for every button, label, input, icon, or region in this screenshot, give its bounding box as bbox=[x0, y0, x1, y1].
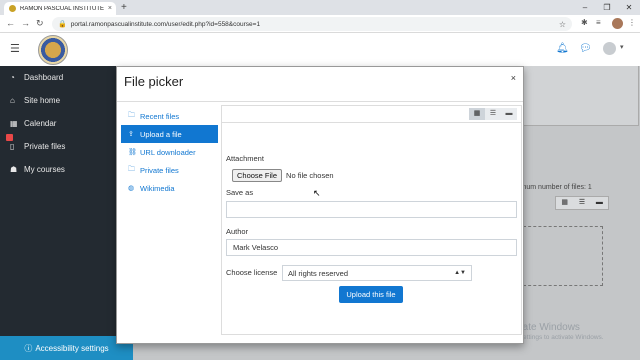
reload-icon[interactable]: ↻ bbox=[36, 18, 44, 29]
mouse-cursor-icon: ↖ bbox=[313, 188, 321, 198]
author-input[interactable]: Mark Velasco bbox=[226, 239, 517, 256]
attachment-label: Attachment bbox=[226, 154, 264, 163]
address-bar-row: ← → ↻ 🔒 portal.ramonpascualinstitute.com… bbox=[0, 15, 640, 33]
view-switcher-bg: ▦ ☰ ▬ bbox=[555, 196, 609, 210]
extensions-icon[interactable]: ✱ bbox=[581, 18, 588, 27]
bookmark-star-icon[interactable]: ☆ bbox=[559, 20, 566, 29]
folder-view-icon[interactable]: ▬ bbox=[501, 108, 517, 120]
repo-url-downloader[interactable]: ⛓ URL downloader bbox=[121, 143, 218, 161]
nav-item-calendar[interactable]: ▦ Calendar bbox=[10, 119, 56, 128]
repo-wikimedia[interactable]: ◍ Wikimedia bbox=[121, 179, 218, 197]
browser-tab[interactable]: RAMON PASCUAL INSTITUTE Le... × bbox=[4, 2, 116, 15]
nav-item-private-files[interactable]: ▯ Private files bbox=[10, 142, 65, 151]
upload-panel: ▦ ☰ ▬ Attachment Choose File No file cho… bbox=[221, 105, 522, 335]
nav-item-label: My courses bbox=[24, 165, 65, 174]
media-icon[interactable]: ≡ bbox=[596, 18, 601, 27]
user-menu-caret-icon[interactable]: ▾ bbox=[620, 43, 624, 51]
repo-recent-files[interactable]: 🗀 Recent files bbox=[121, 107, 218, 125]
recording-indicator bbox=[6, 134, 13, 141]
author-label: Author bbox=[226, 227, 249, 236]
dialog-divider bbox=[117, 101, 523, 102]
nav-item-my-courses[interactable]: ☗ My courses bbox=[10, 165, 65, 174]
license-select[interactable]: All rights reserved ▲▼ bbox=[282, 265, 472, 281]
drawer-toggle-icon[interactable]: ☰ bbox=[10, 42, 20, 55]
link-icon: ⛓ bbox=[128, 149, 137, 156]
courses-icon: ☗ bbox=[10, 165, 18, 174]
select-caret-icon: ▲▼ bbox=[454, 270, 466, 276]
lock-icon: 🔒 bbox=[58, 21, 67, 28]
messages-icon[interactable]: 💬︎ bbox=[579, 43, 592, 54]
dashboard-icon: ◔ bbox=[10, 73, 15, 82]
accessibility-settings-button[interactable]: ⓘ Accessibility settings bbox=[0, 336, 133, 360]
repo-label: Wikimedia bbox=[140, 183, 175, 193]
recent-files-icon: 🗀 bbox=[128, 111, 135, 119]
repo-label: Private files bbox=[140, 165, 179, 175]
nav-item-site-home[interactable]: ⌂ Site home bbox=[10, 96, 60, 105]
nav-item-label: Site home bbox=[24, 96, 61, 105]
upload-icon: ⇪ bbox=[128, 131, 134, 138]
accessibility-icon: ⓘ bbox=[24, 343, 33, 353]
repo-upload-a-file[interactable]: ⇪ Upload a file bbox=[121, 125, 218, 143]
nav-item-label: Dashboard bbox=[24, 73, 64, 82]
browser-tabbar: RAMON PASCUAL INSTITUTE Le... × + – ❐ ✕ bbox=[0, 0, 640, 15]
repo-private-files[interactable]: 🗀 Private files bbox=[121, 161, 218, 179]
new-tab-button[interactable]: + bbox=[121, 2, 127, 13]
dialog-close-icon[interactable]: × bbox=[511, 73, 516, 83]
textarea-fragment bbox=[523, 66, 639, 126]
picker-toolbar: ▦ ☰ ▬ bbox=[222, 106, 521, 123]
url-text: portal.ramonpascualinstitute.com/user/ed… bbox=[70, 20, 261, 28]
accessibility-label: Accessibility settings bbox=[35, 343, 109, 353]
file-input: Choose File No file chosen bbox=[232, 169, 334, 182]
url-field[interactable]: 🔒 portal.ramonpascualinstitute.com/user/… bbox=[52, 17, 572, 31]
private-files-icon: 🗀 bbox=[128, 165, 135, 173]
forward-icon[interactable]: → bbox=[21, 18, 30, 28]
view-switcher: ▦ ☰ ▬ bbox=[469, 108, 517, 120]
window-controls: – ❐ ✕ bbox=[574, 0, 640, 15]
back-icon[interactable]: ← bbox=[6, 18, 15, 28]
profile-avatar[interactable] bbox=[612, 18, 623, 29]
upload-this-file-button[interactable]: Upload this file bbox=[339, 286, 403, 303]
notifications-bell-icon[interactable]: 🔔︎ bbox=[556, 43, 569, 54]
browser-menu-icon[interactable]: ⋮ bbox=[628, 18, 636, 27]
repo-label: Upload a file bbox=[140, 129, 182, 139]
nav-drawer bbox=[0, 66, 133, 360]
close-window-button[interactable]: ✕ bbox=[618, 0, 640, 15]
repository-list: 🗀 Recent files ⇪ Upload a file ⛓ URL dow… bbox=[121, 107, 218, 197]
maximize-button[interactable]: ❐ bbox=[596, 0, 618, 15]
folder-view-icon: ▬ bbox=[595, 199, 603, 206]
repo-label: URL downloader bbox=[140, 147, 196, 157]
user-avatar[interactable] bbox=[603, 42, 616, 55]
site-header: ☰ 🔔︎ 💬︎ ▾ bbox=[0, 33, 640, 66]
calendar-icon: ▦ bbox=[10, 119, 18, 128]
file-icon: ▯ bbox=[10, 142, 15, 151]
license-value: All rights reserved bbox=[288, 268, 349, 278]
max-files-text: imum number of files: 1 bbox=[519, 184, 592, 191]
license-label: Choose license bbox=[226, 268, 278, 277]
list-view-icon: ☰ bbox=[578, 199, 586, 206]
saveas-label: Save as bbox=[226, 188, 254, 197]
grid-view-icon[interactable]: ▦ bbox=[469, 108, 485, 120]
no-file-text: No file chosen bbox=[286, 171, 334, 180]
tab-close-icon[interactable]: × bbox=[108, 5, 112, 12]
site-favicon-icon bbox=[9, 5, 16, 12]
file-dropzone bbox=[523, 226, 603, 286]
saveas-input[interactable] bbox=[226, 201, 517, 218]
dialog-title: File picker bbox=[124, 74, 184, 89]
nav-item-label: Calendar bbox=[24, 119, 57, 128]
institute-logo[interactable] bbox=[38, 35, 68, 65]
minimize-button[interactable]: – bbox=[574, 0, 596, 15]
wikimedia-icon: ◍ bbox=[128, 185, 135, 192]
home-icon: ⌂ bbox=[10, 96, 15, 105]
tab-title: RAMON PASCUAL INSTITUTE Le... bbox=[20, 5, 104, 12]
file-picker-dialog: File picker × 🗀 Recent files ⇪ Upload a … bbox=[116, 66, 524, 344]
nav-item-dashboard[interactable]: ◔ Dashboard bbox=[10, 73, 63, 82]
grid-view-icon: ▦ bbox=[561, 199, 568, 206]
choose-file-button[interactable]: Choose File bbox=[232, 169, 283, 182]
nav-item-label: Private files bbox=[24, 142, 66, 151]
repo-label: Recent files bbox=[140, 111, 180, 121]
list-view-icon[interactable]: ☰ bbox=[485, 108, 501, 120]
